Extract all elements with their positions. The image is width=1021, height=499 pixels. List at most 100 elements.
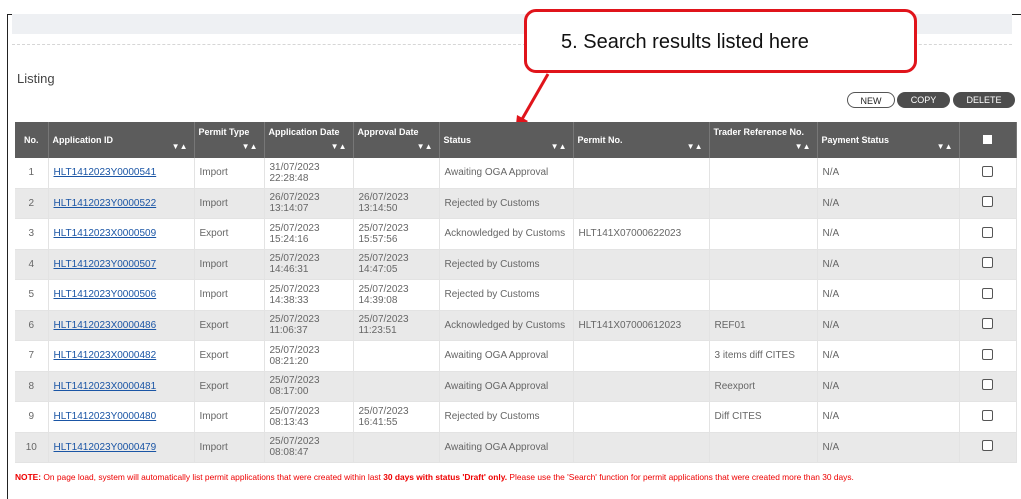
cell-permit-type: Export bbox=[194, 218, 265, 250]
sort-icon[interactable]: ▼▲ bbox=[687, 142, 703, 152]
cell-status: Rejected by Customs bbox=[439, 249, 574, 280]
cell-trader-reference: Diff CITES bbox=[709, 401, 818, 433]
cell-application-date: 25/07/2023 14:46:31 bbox=[264, 249, 354, 280]
cell-application-id: HLT1412023Y0000541 bbox=[48, 158, 195, 189]
new-button[interactable]: NEW bbox=[847, 92, 895, 108]
column-header-application-id[interactable]: Application ID ▼▲ bbox=[48, 122, 195, 158]
column-header-permit-no[interactable]: Permit No. ▼▲ bbox=[573, 122, 710, 158]
page-note: NOTE: On page load, system will automati… bbox=[15, 472, 854, 482]
sort-icon[interactable]: ▼▲ bbox=[172, 142, 188, 152]
cell-approval-date bbox=[353, 158, 440, 189]
cell-application-date: 26/07/2023 13:14:07 bbox=[264, 188, 354, 219]
cell-no: 3 bbox=[15, 218, 49, 250]
cell-status: Awaiting OGA Approval bbox=[439, 432, 574, 463]
cell-permit-type: Import bbox=[194, 188, 265, 219]
table-row: 5 HLT1412023Y0000506 Import 25/07/2023 14:3… bbox=[15, 279, 1017, 311]
cell-payment-status: N/A bbox=[817, 310, 960, 341]
cell-permit-no bbox=[573, 188, 710, 219]
cell-permit-no bbox=[573, 432, 710, 463]
cell-select bbox=[959, 432, 1017, 463]
cell-payment-status: N/A bbox=[817, 158, 960, 189]
row-checkbox[interactable] bbox=[982, 379, 993, 391]
cell-no: 7 bbox=[15, 340, 49, 372]
cell-payment-status: N/A bbox=[817, 218, 960, 250]
column-header-payment-status[interactable]: Payment Status ▼▲ bbox=[817, 122, 960, 158]
cell-trader-reference: Reexport bbox=[709, 371, 818, 402]
table-row: 9 HLT1412023Y0000480 Import 25/07/2023 08:1… bbox=[15, 401, 1017, 433]
cell-payment-status: N/A bbox=[817, 401, 960, 433]
application-id-link[interactable]: HLT1412023X0000486 bbox=[54, 320, 157, 331]
sort-icon[interactable]: ▼▲ bbox=[242, 142, 258, 152]
cell-trader-reference bbox=[709, 432, 818, 463]
cell-status: Acknowledged by Customs bbox=[439, 310, 574, 341]
application-id-link[interactable]: HLT1412023Y0000506 bbox=[54, 289, 157, 300]
sort-icon[interactable]: ▼▲ bbox=[551, 142, 567, 152]
row-checkbox[interactable] bbox=[982, 226, 993, 238]
application-id-link[interactable]: HLT1412023Y0000480 bbox=[54, 411, 157, 422]
cell-application-id: HLT1412023X0000509 bbox=[48, 218, 195, 250]
cell-permit-no bbox=[573, 158, 710, 189]
cell-select bbox=[959, 158, 1017, 189]
checkbox-icon[interactable] bbox=[983, 134, 992, 144]
cell-approval-date: 26/07/2023 13:14:50 bbox=[353, 188, 440, 219]
cell-select bbox=[959, 249, 1017, 280]
cell-payment-status: N/A bbox=[817, 371, 960, 402]
row-checkbox[interactable] bbox=[982, 196, 993, 208]
cell-select bbox=[959, 188, 1017, 219]
table-row: 2 HLT1412023Y0000522 Import 26/07/2023 13:1… bbox=[15, 188, 1017, 219]
cell-approval-date: 25/07/2023 11:23:51 bbox=[353, 310, 440, 341]
results-table: No. Application ID ▼▲ Permit Type ▼▲ Appli… bbox=[15, 122, 1017, 463]
row-checkbox[interactable] bbox=[982, 165, 993, 177]
cell-approval-date: 25/07/2023 14:47:05 bbox=[353, 249, 440, 280]
sort-icon[interactable]: ▼▲ bbox=[331, 142, 347, 152]
table-header-row: No. Application ID ▼▲ Permit Type ▼▲ Appli… bbox=[15, 122, 1017, 158]
cell-payment-status: N/A bbox=[817, 279, 960, 311]
cell-no: 4 bbox=[15, 249, 49, 280]
application-id-link[interactable]: HLT1412023X0000482 bbox=[54, 350, 157, 361]
cell-trader-reference: 3 items diff CITES bbox=[709, 340, 818, 372]
cell-status: Acknowledged by Customs bbox=[439, 218, 574, 250]
column-header-application-date[interactable]: Application Date ▼▲ bbox=[264, 122, 354, 158]
annotation-callout: 5. Search results listed here bbox=[524, 9, 917, 73]
column-header-trader-reference[interactable]: Trader Reference No. ▼▲ bbox=[709, 122, 818, 158]
table-row: 4 HLT1412023Y0000507 Import 25/07/2023 14:4… bbox=[15, 249, 1017, 280]
cell-status: Awaiting OGA Approval bbox=[439, 371, 574, 402]
cell-application-date: 25/07/2023 08:21:20 bbox=[264, 340, 354, 372]
application-id-link[interactable]: HLT1412023Y0000479 bbox=[54, 442, 157, 453]
row-checkbox[interactable] bbox=[982, 348, 993, 360]
cell-permit-type: Import bbox=[194, 401, 265, 433]
row-checkbox[interactable] bbox=[982, 287, 993, 299]
cell-application-date: 31/07/2023 22:28:48 bbox=[264, 158, 354, 189]
sort-icon[interactable]: ▼▲ bbox=[795, 142, 811, 152]
column-header-permit-type[interactable]: Permit Type ▼▲ bbox=[194, 122, 265, 158]
row-checkbox[interactable] bbox=[982, 257, 993, 269]
select-all-checkbox[interactable] bbox=[959, 122, 1017, 158]
cell-select bbox=[959, 279, 1017, 311]
row-checkbox[interactable] bbox=[982, 440, 993, 452]
cell-no: 10 bbox=[15, 432, 49, 463]
row-checkbox[interactable] bbox=[982, 409, 993, 421]
cell-payment-status: N/A bbox=[817, 432, 960, 463]
sort-icon[interactable]: ▼▲ bbox=[937, 142, 953, 152]
column-header-status[interactable]: Status ▼▲ bbox=[439, 122, 574, 158]
application-id-link[interactable]: HLT1412023Y0000507 bbox=[54, 259, 157, 270]
cell-permit-no bbox=[573, 371, 710, 402]
application-id-link[interactable]: HLT1412023X0000481 bbox=[54, 381, 157, 392]
application-id-link[interactable]: HLT1412023X0000509 bbox=[54, 228, 157, 239]
application-id-link[interactable]: HLT1412023Y0000541 bbox=[54, 167, 157, 178]
cell-application-date: 25/07/2023 08:13:43 bbox=[264, 401, 354, 433]
sort-icon[interactable]: ▼▲ bbox=[417, 142, 433, 152]
row-checkbox[interactable] bbox=[982, 318, 993, 330]
copy-button[interactable]: COPY bbox=[897, 92, 950, 108]
cell-application-date: 25/07/2023 08:08:47 bbox=[264, 432, 354, 463]
table-row: 8 HLT1412023X0000481 Export 25/07/2023 08:1… bbox=[15, 371, 1017, 402]
column-header-approval-date[interactable]: Approval Date ▼▲ bbox=[353, 122, 440, 158]
cell-trader-reference bbox=[709, 218, 818, 250]
cell-no: 1 bbox=[15, 158, 49, 189]
table-row: 6 HLT1412023X0000486 Export 25/07/2023 11:0… bbox=[15, 310, 1017, 341]
application-id-link[interactable]: HLT1412023Y0000522 bbox=[54, 198, 157, 209]
callout-text: 5. Search results listed here bbox=[561, 31, 809, 53]
cell-application-date: 25/07/2023 15:24:16 bbox=[264, 218, 354, 250]
cell-permit-no bbox=[573, 279, 710, 311]
delete-button[interactable]: DELETE bbox=[953, 92, 1015, 108]
